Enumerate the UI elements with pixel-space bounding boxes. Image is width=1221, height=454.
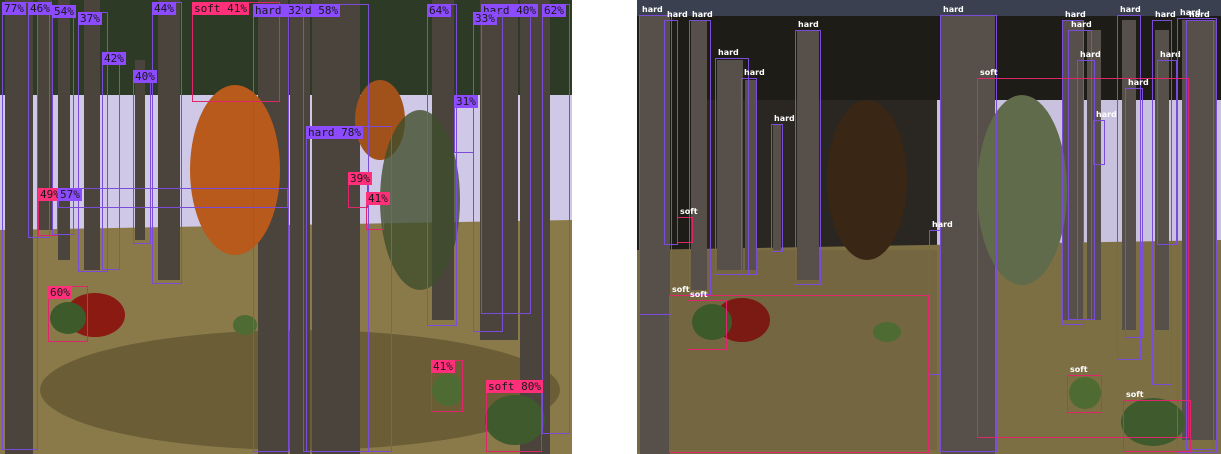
detection-label: soft (680, 207, 698, 216)
detection-box: hard (771, 114, 795, 252)
detection-box: soft (687, 290, 727, 350)
detection-label: 41% (366, 192, 390, 205)
detection-label: hard (798, 20, 819, 29)
detection-label: 39% (348, 172, 372, 185)
detection-label: hard (642, 5, 663, 14)
detection-label: 77% (2, 2, 26, 15)
right-detection-panel: hard hard hard hard hard hard hard hard … (637, 0, 1221, 454)
detection-label: 42% (102, 52, 126, 65)
detection-label: hard 32% (253, 4, 310, 17)
detection-label: hard (1120, 5, 1141, 14)
detection-label: 33% (473, 12, 497, 25)
detection-label: hard (1065, 10, 1086, 19)
detection-label: 37% (78, 12, 102, 25)
detection-box: 40% (133, 70, 157, 244)
detection-box: 41% (366, 192, 390, 230)
detection-label: hard (744, 68, 765, 77)
detection-label: hard (667, 10, 688, 19)
detection-label: hard (1080, 50, 1101, 59)
detection-box: hard (689, 10, 713, 295)
detection-box: 39% (348, 172, 372, 208)
detection-label: soft (1126, 390, 1144, 399)
detection-box: 60% (48, 286, 88, 342)
detection-label: 41% (431, 360, 455, 373)
detection-label: 54% (52, 5, 76, 18)
detection-box: hard (929, 220, 953, 375)
detection-label: 57% (58, 188, 82, 201)
detection-label: hard 78% (306, 126, 363, 139)
detection-box: 44% (152, 2, 182, 284)
detection-label: soft 41% (192, 2, 249, 15)
detection-label: 46% (28, 2, 52, 15)
detection-box: soft 80% (486, 380, 543, 452)
detection-box: 62% (542, 4, 570, 434)
detection-label: hard (1155, 10, 1176, 19)
detection-label: hard (932, 220, 953, 229)
detection-label: 40% (133, 70, 157, 83)
detection-box: 33% (473, 12, 503, 332)
detection-box: hard (795, 20, 821, 285)
detection-label: soft (690, 290, 708, 299)
detection-label: 60% (48, 286, 72, 299)
detection-label: d 58% (303, 4, 341, 17)
detection-box: soft (1123, 390, 1191, 452)
detection-box: hard (664, 10, 688, 245)
left-detection-panel: 77% 46% 54% 37% 44% soft 41% hard 32% d … (0, 0, 572, 454)
detection-label: 62% (542, 4, 566, 17)
detection-box: 64% (427, 4, 457, 326)
detection-box: soft (1067, 365, 1102, 413)
detection-box: 49% (38, 188, 62, 236)
detection-label: hard (943, 5, 964, 14)
detection-box: hard (1186, 10, 1214, 450)
detection-label: hard (774, 114, 795, 123)
detection-label: hard (1071, 20, 1092, 29)
detection-box: 42% (102, 52, 126, 270)
detection-label: hard (692, 10, 713, 19)
detection-label: 64% (427, 4, 451, 17)
detection-label: hard (718, 48, 739, 57)
detection-label: soft 80% (486, 380, 543, 393)
detection-box: soft (677, 207, 698, 243)
detection-box: hard (741, 68, 765, 275)
detection-label: 44% (152, 2, 176, 15)
detection-box: 31% (454, 95, 478, 153)
detection-label: hard (1189, 10, 1210, 19)
detection-label: soft (1070, 365, 1088, 374)
detection-label: soft (980, 68, 998, 77)
detection-box: 41% (431, 360, 463, 412)
detection-box: 57% (58, 188, 288, 208)
detection-label: 31% (454, 95, 478, 108)
detection-box: hard 32% (253, 4, 310, 452)
